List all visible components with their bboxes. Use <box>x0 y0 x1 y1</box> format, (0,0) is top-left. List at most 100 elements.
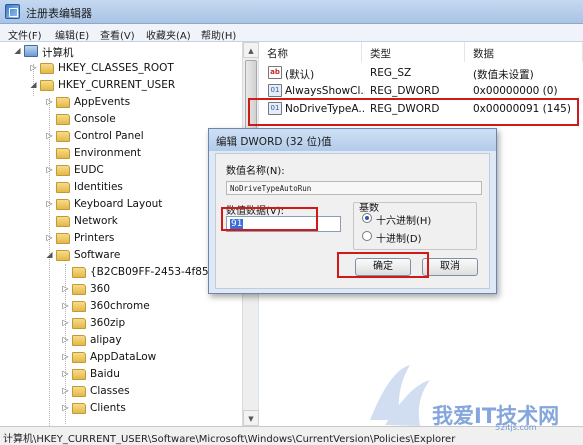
folder-icon <box>56 199 70 210</box>
tree-item-alipay[interactable]: ▷ alipay <box>0 332 242 349</box>
tree-item-label: alipay <box>90 334 122 346</box>
expand-icon[interactable]: ▷ <box>45 199 54 208</box>
tree-item-label: Identities <box>74 181 123 193</box>
folder-open-icon <box>40 80 54 91</box>
expand-icon[interactable]: ▷ <box>61 335 70 344</box>
expand-icon[interactable]: ▷ <box>29 63 38 72</box>
string-value-icon: ab <box>268 66 282 79</box>
dec-radio-label[interactable]: 十进制(D) <box>376 230 422 245</box>
menu-help[interactable]: 帮助(H) <box>201 27 236 42</box>
tree-item-label: Keyboard Layout <box>74 198 163 210</box>
hex-radio-label[interactable]: 十六进制(H) <box>376 212 431 227</box>
tree-item-guid[interactable]: {B2CB09FF-2453-4f85-9 <box>0 264 242 281</box>
tree-item-label: Network <box>74 215 118 227</box>
highlight-box <box>248 98 579 126</box>
folder-icon <box>72 318 86 329</box>
title-bar[interactable]: 注册表编辑器 <box>0 0 583 24</box>
column-header-name[interactable]: 名称 <box>259 42 362 62</box>
dec-radio[interactable] <box>362 231 372 241</box>
value-name-label: 数值名称(N): <box>226 166 285 177</box>
collapse-icon[interactable]: ◢ <box>45 250 54 259</box>
expand-icon[interactable]: ▷ <box>45 97 54 106</box>
tree-item-printers[interactable]: ▷ Printers <box>0 230 242 247</box>
column-header-data[interactable]: 数据 <box>465 42 583 62</box>
collapse-icon[interactable]: ◢ <box>13 46 22 55</box>
folder-icon <box>72 301 86 312</box>
folder-icon <box>56 148 70 159</box>
hex-radio[interactable] <box>362 213 372 223</box>
window-title: 注册表编辑器 <box>26 7 92 20</box>
folder-icon <box>56 165 70 176</box>
expand-icon[interactable]: ▷ <box>61 301 70 310</box>
tree-item-control-panel[interactable]: ▷ Control Panel <box>0 128 242 145</box>
expand-icon[interactable]: ▷ <box>61 352 70 361</box>
tree-item-360zip[interactable]: ▷ 360zip <box>0 315 242 332</box>
tree-item-keyboard-layout[interactable]: ▷ Keyboard Layout <box>0 196 242 213</box>
tree-item-appevents[interactable]: ▷ AppEvents <box>0 94 242 111</box>
scroll-up-arrow-icon[interactable]: ▲ <box>243 42 259 58</box>
expand-icon[interactable]: ▷ <box>45 233 54 242</box>
tree-item-label: EUDC <box>74 164 104 176</box>
dword-value-icon: 01 <box>268 84 282 97</box>
tree-item-label: 360zip <box>90 317 126 329</box>
tree-item-360chrome[interactable]: ▷ 360chrome <box>0 298 242 315</box>
tree-item-label: {B2CB09FF-2453-4f85-9 <box>90 266 220 278</box>
value-row-default[interactable]: ab (默认) REG_SZ (数值未设置) <box>259 64 583 82</box>
dialog-title: 编辑 DWORD (32 位)值 <box>216 136 332 148</box>
tree-item-software[interactable]: ◢ Software <box>0 247 242 264</box>
tree-item-classes[interactable]: ▷ Classes <box>0 383 242 400</box>
tree-item-hkcr[interactable]: ▷ HKEY_CLASSES_ROOT <box>0 60 242 77</box>
value-type: REG_DWORD <box>370 85 440 97</box>
tree-item-eudc[interactable]: ▷ EUDC <box>0 162 242 179</box>
tree-item-appdatalow[interactable]: ▷ AppDataLow <box>0 349 242 366</box>
expand-icon[interactable]: ▷ <box>61 369 70 378</box>
base-group: 十六进制(H) 十进制(D) <box>353 202 477 250</box>
folder-icon <box>72 335 86 346</box>
expand-icon[interactable]: ▷ <box>61 318 70 327</box>
column-header-type[interactable]: 类型 <box>362 42 465 62</box>
expand-icon[interactable]: ▷ <box>45 131 54 140</box>
tree-item-label: Software <box>74 249 121 261</box>
watermark-logo-icon <box>370 365 430 426</box>
tree-item-console[interactable]: Console <box>0 111 242 128</box>
tree-item-label: AppDataLow <box>90 351 157 363</box>
tree-item-label: Console <box>74 113 116 125</box>
menu-view[interactable]: 查看(V) <box>100 27 135 42</box>
dialog-title-bar[interactable]: 编辑 DWORD (32 位)值 <box>209 129 496 151</box>
cancel-button[interactable]: 取消 <box>422 258 478 276</box>
tree-item-hkcu[interactable]: ◢ HKEY_CURRENT_USER <box>0 77 242 94</box>
collapse-icon[interactable]: ◢ <box>29 80 38 89</box>
tree-item-computer[interactable]: ◢ 计算机 <box>0 43 242 60</box>
tree-item-network[interactable]: Network <box>0 213 242 230</box>
expand-icon[interactable]: ▷ <box>61 403 70 412</box>
expand-icon[interactable]: ▷ <box>61 386 70 395</box>
value-data: 0x00000000 (0) <box>473 85 558 97</box>
menu-bar: 文件(F) 编辑(E) 查看(V) 收藏夹(A) 帮助(H) <box>0 24 583 42</box>
folder-icon <box>72 284 86 295</box>
folder-icon <box>56 233 70 244</box>
computer-icon <box>24 45 38 57</box>
menu-edit[interactable]: 编辑(E) <box>55 27 89 42</box>
folder-icon <box>72 267 86 278</box>
menu-favorites[interactable]: 收藏夹(A) <box>146 27 191 42</box>
tree-item-label: Clients <box>90 402 126 414</box>
value-type: REG_SZ <box>370 67 412 79</box>
folder-icon <box>56 131 70 142</box>
expand-icon[interactable]: ▷ <box>61 284 70 293</box>
tree-item-clients[interactable]: ▷ Clients <box>0 400 242 417</box>
tree-item-label: Baidu <box>90 368 120 380</box>
folder-icon <box>56 97 70 108</box>
tree-item-baidu[interactable]: ▷ Baidu <box>0 366 242 383</box>
highlight-box <box>337 252 429 278</box>
folder-icon <box>72 386 86 397</box>
menu-file[interactable]: 文件(F) <box>8 27 42 42</box>
scroll-down-arrow-icon[interactable]: ▼ <box>243 410 259 426</box>
tree-item-label: 360 <box>90 283 111 295</box>
regedit-window: 注册表编辑器 文件(F) 编辑(E) 查看(V) 收藏夹(A) 帮助(H) ◢ … <box>0 0 583 445</box>
expand-icon[interactable]: ▷ <box>45 165 54 174</box>
tree-item-360[interactable]: ▷ 360 <box>0 281 242 298</box>
tree-item-environment[interactable]: Environment <box>0 145 242 162</box>
tree-item-identities[interactable]: Identities <box>0 179 242 196</box>
value-name: AlwaysShowCl... <box>285 85 365 97</box>
tree-item-label: Environment <box>74 147 142 159</box>
